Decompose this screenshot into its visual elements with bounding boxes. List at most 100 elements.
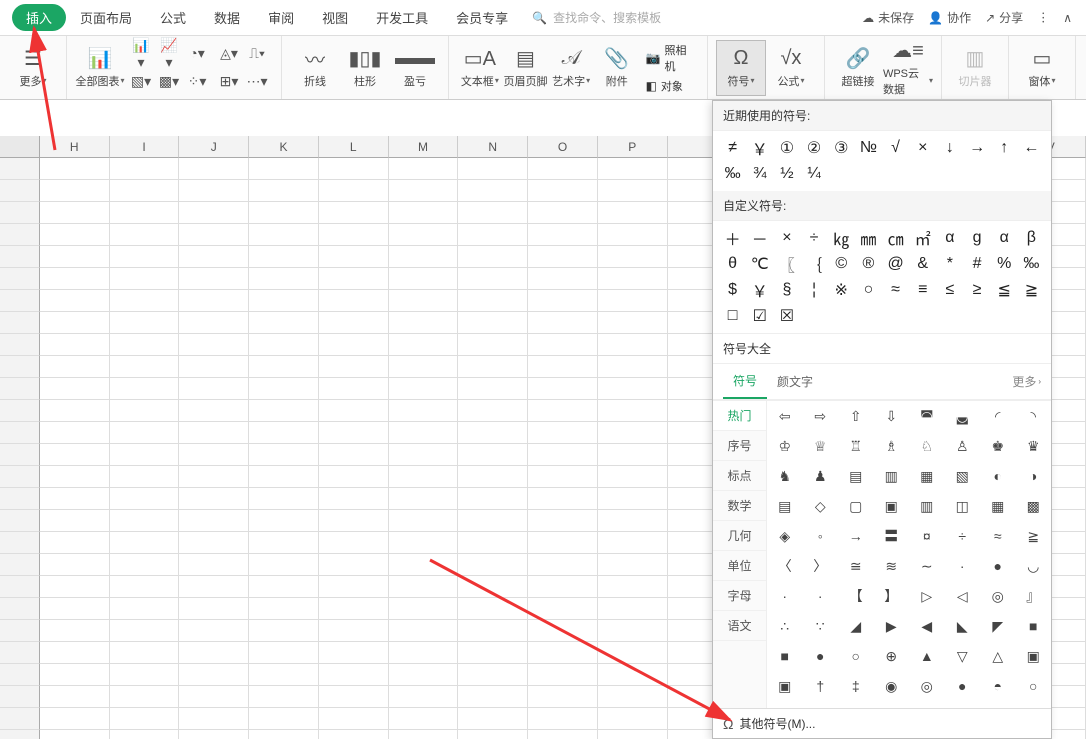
cell[interactable] xyxy=(319,664,389,686)
ribbon-text-box[interactable]: ▭A文本框▾ xyxy=(457,40,503,96)
cell[interactable] xyxy=(389,510,459,532)
custom-symbol[interactable]: β xyxy=(1018,225,1045,251)
cell[interactable] xyxy=(40,422,110,444)
cell[interactable] xyxy=(528,290,598,312)
cell[interactable] xyxy=(319,268,389,290)
menu-collapse[interactable]: ∧ xyxy=(1063,11,1072,25)
gallery-symbol[interactable]: ▦ xyxy=(980,491,1016,521)
cell[interactable] xyxy=(458,444,528,466)
gallery-symbol[interactable]: 】 xyxy=(874,581,910,611)
tab-more[interactable]: 更多› xyxy=(1012,373,1041,390)
ribbon-wordart[interactable]: 𝒜艺术字▾ xyxy=(548,40,594,96)
gallery-symbol[interactable]: ◣ xyxy=(945,611,981,641)
custom-symbol[interactable]: × xyxy=(773,225,800,251)
cell[interactable] xyxy=(528,356,598,378)
cell[interactable] xyxy=(249,400,319,422)
column-header[interactable]: H xyxy=(40,136,110,158)
cell[interactable] xyxy=(110,664,180,686)
cell[interactable] xyxy=(249,510,319,532)
recent-symbol[interactable]: ￥ xyxy=(746,135,773,161)
gallery-symbol[interactable]: ■ xyxy=(767,641,803,671)
menu-tab-page-layout[interactable]: 页面布局 xyxy=(66,2,146,33)
gallery-symbol[interactable]: ◇ xyxy=(803,491,839,521)
cell[interactable] xyxy=(319,466,389,488)
cell[interactable] xyxy=(179,598,249,620)
gallery-symbol[interactable]: ▲ xyxy=(909,641,945,671)
cell[interactable] xyxy=(179,532,249,554)
cell[interactable] xyxy=(0,356,40,378)
cell[interactable] xyxy=(458,224,528,246)
cell[interactable] xyxy=(110,356,180,378)
cell[interactable] xyxy=(0,466,40,488)
cell[interactable] xyxy=(179,642,249,664)
gallery-symbol[interactable]: ♗ xyxy=(874,431,910,461)
cell[interactable] xyxy=(598,554,668,576)
cell[interactable] xyxy=(319,642,389,664)
gallery-symbol[interactable]: ▽ xyxy=(945,641,981,671)
cell[interactable] xyxy=(528,334,598,356)
cell[interactable] xyxy=(249,554,319,576)
cell[interactable] xyxy=(249,730,319,739)
cell[interactable] xyxy=(528,554,598,576)
gallery-grid[interactable]: ⇦⇨⇧⇩◚◛◜◝♔♕♖♗♘♙♚♛♞♟▤▥▦▧◐◑▤◇▢▣▥◫▦▩◈◦→〓¤÷≈≧… xyxy=(767,401,1051,708)
cell[interactable] xyxy=(598,312,668,334)
cell[interactable] xyxy=(179,158,249,180)
gallery-symbol[interactable]: ◤ xyxy=(980,611,1016,641)
cell[interactable] xyxy=(110,224,180,246)
gallery-symbol[interactable]: ♔ xyxy=(767,431,803,461)
gallery-category[interactable]: 字母 xyxy=(713,581,766,611)
custom-symbol[interactable]: ÷ xyxy=(800,225,827,251)
recent-symbol[interactable]: → xyxy=(963,135,990,161)
cell[interactable] xyxy=(249,598,319,620)
custom-symbol[interactable]: θ xyxy=(719,251,746,277)
cell[interactable] xyxy=(458,378,528,400)
cell[interactable] xyxy=(0,202,40,224)
gallery-symbol[interactable]: ♙ xyxy=(945,431,981,461)
cell[interactable] xyxy=(0,422,40,444)
gallery-symbol[interactable]: ≋ xyxy=(874,551,910,581)
cell[interactable] xyxy=(389,444,459,466)
recent-symbol[interactable]: ① xyxy=(773,135,800,161)
cell[interactable] xyxy=(40,642,110,664)
gallery-symbol[interactable]: ◫ xyxy=(945,491,981,521)
gallery-symbol[interactable]: ≅ xyxy=(838,551,874,581)
gallery-symbol[interactable]: △ xyxy=(980,641,1016,671)
recent-symbol[interactable]: ← xyxy=(1018,135,1045,161)
cell[interactable] xyxy=(458,576,528,598)
cell[interactable] xyxy=(319,598,389,620)
gallery-symbol[interactable]: 〈 xyxy=(767,551,803,581)
custom-symbol[interactable]: α xyxy=(936,225,963,251)
cell[interactable] xyxy=(179,246,249,268)
gallery-symbol[interactable]: ◐ xyxy=(980,461,1016,491)
ribbon-wps-cloud[interactable]: ☁≡WPS云数据▾ xyxy=(883,40,933,96)
gallery-symbol[interactable]: ♛ xyxy=(1016,431,1052,461)
cell[interactable] xyxy=(40,202,110,224)
gallery-symbol[interactable]: ○ xyxy=(838,641,874,671)
cell[interactable] xyxy=(110,444,180,466)
gallery-category[interactable]: 单位 xyxy=(713,551,766,581)
cell[interactable] xyxy=(179,290,249,312)
custom-symbol[interactable]: * xyxy=(936,251,963,277)
cell[interactable] xyxy=(458,400,528,422)
custom-symbol[interactable]: ɡ xyxy=(963,225,990,251)
cell[interactable] xyxy=(528,246,598,268)
gallery-symbol[interactable]: ▣ xyxy=(874,491,910,521)
gallery-symbol[interactable]: ▤ xyxy=(767,491,803,521)
tab-emoji[interactable]: 颜文字 xyxy=(767,365,823,398)
recent-symbol[interactable]: ‰ xyxy=(719,161,746,187)
gallery-symbol[interactable]: ⇨ xyxy=(803,401,839,431)
custom-symbol[interactable]: ○ xyxy=(855,277,882,303)
gallery-category[interactable]: 热门 xyxy=(713,401,766,431)
cell[interactable] xyxy=(389,290,459,312)
cell[interactable] xyxy=(249,356,319,378)
menu-tab-view[interactable]: 视图 xyxy=(308,2,362,33)
gallery-symbol[interactable]: ▣ xyxy=(767,671,803,701)
cell[interactable] xyxy=(179,422,249,444)
cell[interactable] xyxy=(249,488,319,510)
cell[interactable] xyxy=(528,708,598,730)
gallery-symbol[interactable]: ▦ xyxy=(909,461,945,491)
cell[interactable] xyxy=(458,290,528,312)
cell[interactable] xyxy=(179,334,249,356)
custom-symbol[interactable]: － xyxy=(746,225,773,251)
cell[interactable] xyxy=(110,202,180,224)
